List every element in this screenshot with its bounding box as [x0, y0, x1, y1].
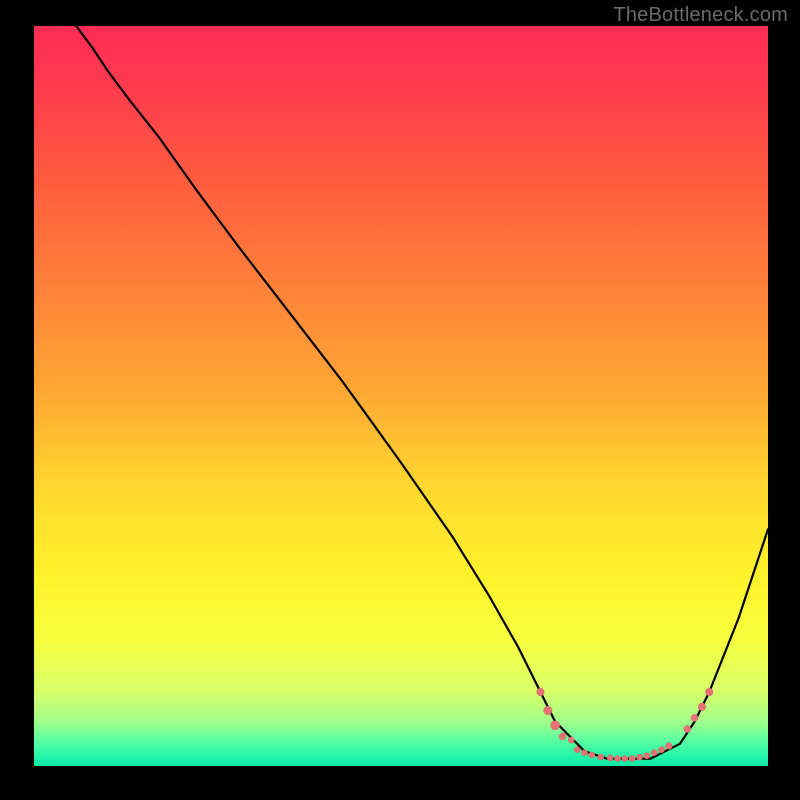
marker-point [607, 755, 613, 761]
chart-svg [34, 26, 768, 766]
marker-point [574, 747, 580, 753]
marker-point [582, 750, 588, 756]
marker-point [589, 752, 595, 758]
marker-point [537, 688, 545, 696]
marker-point [559, 733, 566, 740]
marker-point [629, 756, 635, 762]
marker-point [551, 721, 560, 730]
plot-area [34, 26, 768, 766]
marker-point [706, 688, 714, 696]
marker-point [598, 754, 604, 760]
marker-point [644, 753, 650, 759]
marker-point [568, 737, 574, 743]
marker-point [666, 743, 673, 750]
gradient-background [34, 26, 768, 766]
marker-point [698, 703, 706, 711]
marker-point [637, 754, 643, 760]
watermark-label: TheBottleneck.com [613, 4, 788, 27]
marker-point [544, 706, 552, 714]
marker-point [615, 756, 621, 762]
marker-point [659, 747, 665, 753]
marker-point [622, 756, 628, 762]
chart-frame: TheBottleneck.com [0, 0, 800, 800]
marker-point [691, 714, 698, 721]
marker-point [684, 726, 691, 733]
marker-point [651, 750, 657, 756]
